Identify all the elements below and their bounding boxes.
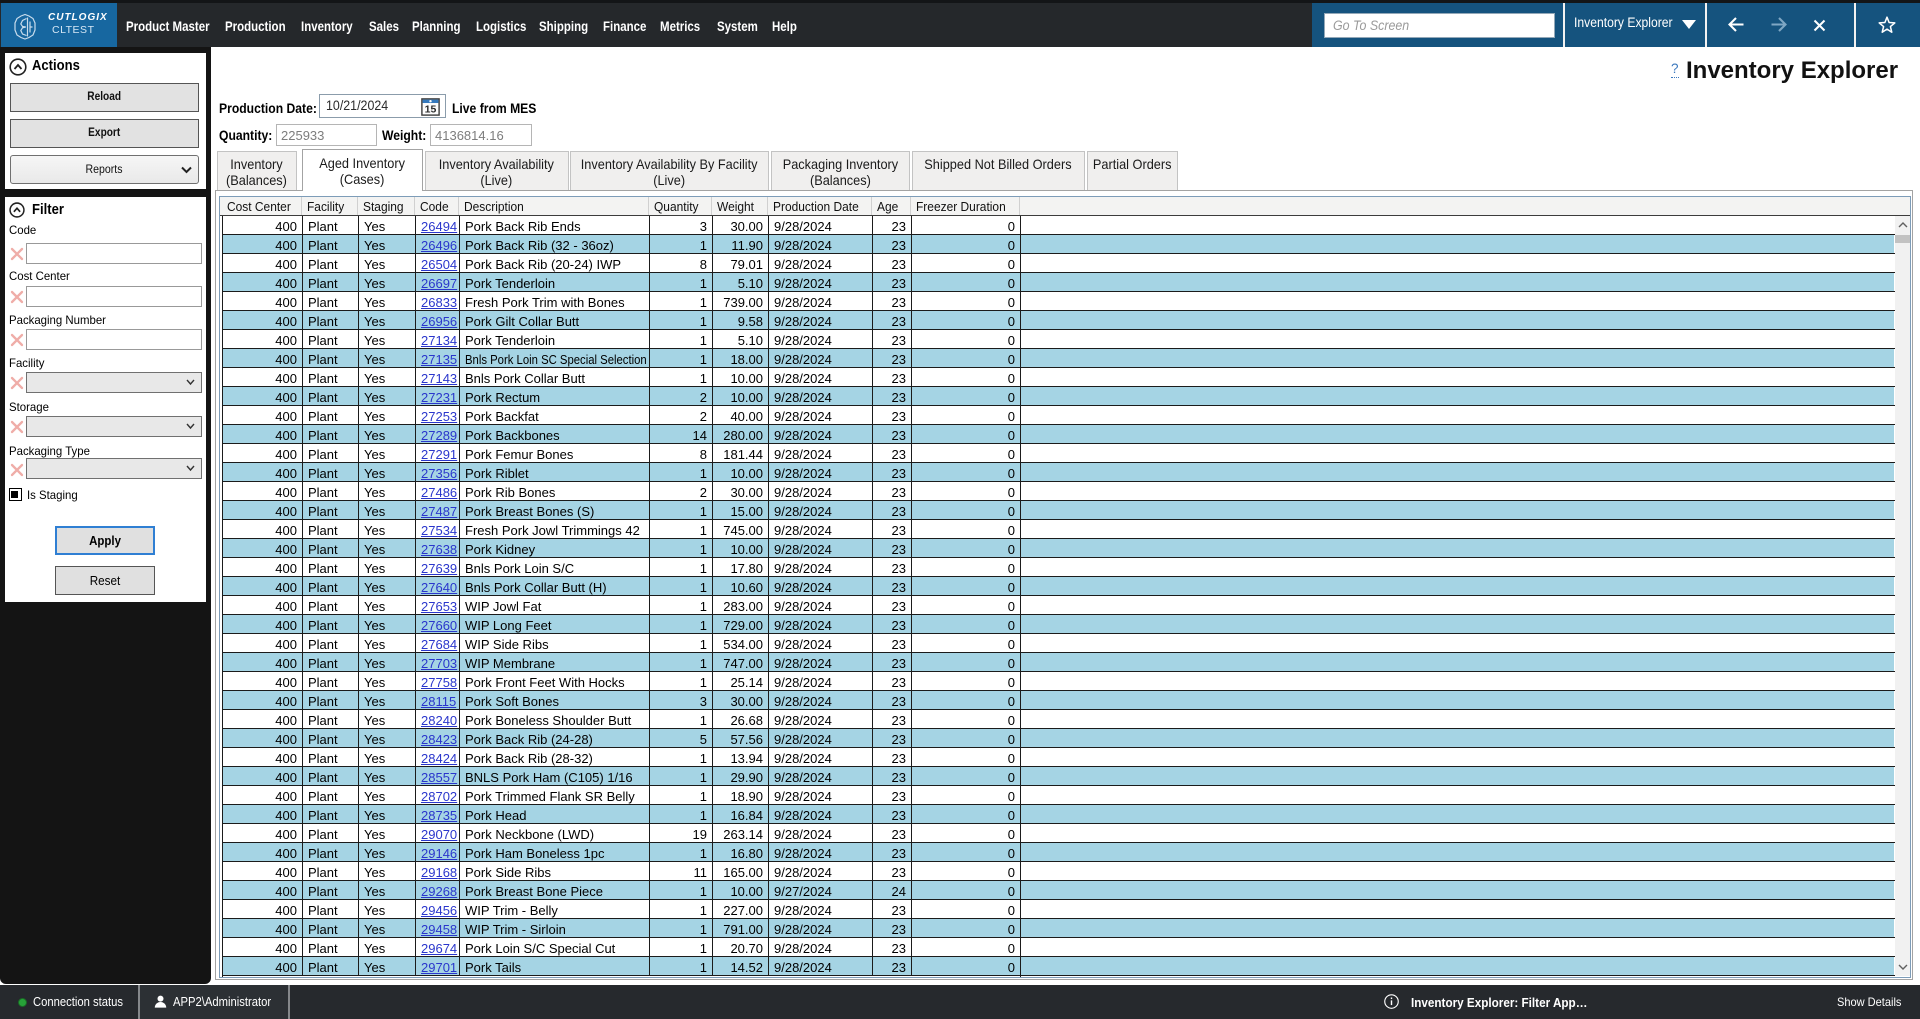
svg-text:15: 15: [425, 104, 437, 116]
